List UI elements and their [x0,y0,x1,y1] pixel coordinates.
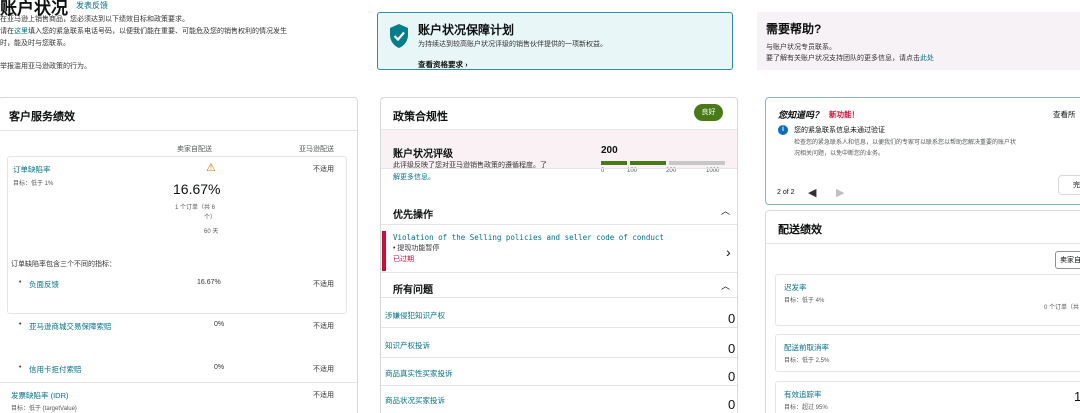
issue-1-count: 0 [728,341,736,356]
odr-link[interactable]: 订单缺陷率 [13,164,51,175]
issues-title: 所有问题 [393,285,433,296]
intro-line-2: 请在这里填入您的紧急联系电话号码，以便我们能在重要、可能危及您的销售权利的情况发… [0,28,287,35]
odr-intro: 订单缺陷率包含三个不同的指标： [11,261,116,268]
odr-sub-1: 1 个订单（共 6 [175,205,216,211]
issue-2-count: 0 [728,369,736,384]
chevron-up-icon[interactable]: ︿ [721,204,730,217]
odr-item-2-v2: 不适用 [313,366,334,373]
issue-3-link[interactable]: 商品状况买家投诉 [385,395,445,406]
cancel-rate-target: 目标：低于 2.5% [784,358,830,364]
warning-icon: ⚠ [206,162,216,174]
chevron-right-icon: › [465,60,468,69]
odr-box [7,156,347,314]
customer-service-title: 客户服务绩效 [9,111,75,123]
prev-arrow-icon[interactable]: ◀ [808,186,816,199]
late-ship-value: 0 个订单（共 [1044,305,1080,311]
late-ship-link[interactable]: 迟发率 [784,282,807,293]
help-line-1: 与账户状况专员联系。 [766,44,836,51]
violation-link[interactable]: Violation of the Selling policies and se… [393,233,664,242]
shipping-col-merchant[interactable]: 卖家自 [1055,251,1080,269]
emergency-contact-link[interactable]: 这里 [14,28,28,35]
odr-item-1-v1: 0% [214,321,225,328]
feedback-link[interactable]: 发表反馈 [76,0,108,11]
odr-item-2-link[interactable]: 信用卡拒付索赔 [29,364,82,375]
next-arrow-icon[interactable]: ▶ [836,186,844,199]
help-line-2: 要了解有关账户状况支持团队的更多信息，请点击此处 [766,55,934,62]
idr-target: 目标：低于 {targetValue} [11,406,77,412]
col-merchant: 卖家自配送 [177,146,212,153]
rating-bar-seg-3 [669,161,725,165]
late-ship-target: 目标：低于 4% [784,298,825,304]
policy-compliance-card: 政策合规性 良好 账户状况评级 此评级反映了您对亚马逊销售政策的遵循程度。了 解… [380,97,738,413]
valid-tracking-target: 目标：超过 95% [784,405,828,411]
odr-value: 16.67% [173,181,221,197]
policy-title: 政策合规性 [393,111,448,123]
status-badge: 良好 [694,104,723,121]
issue-0-link[interactable]: 涉嫌侵犯知识产权 [385,310,445,321]
odr-sub-3: 60 天 [204,229,219,235]
odr-item-1-v2: 不适用 [313,323,334,330]
shipping-title: 配送绩效 [778,224,822,236]
odr-item-0-v2: 不适用 [313,281,334,288]
violation-sub: • 提现功能暂停 [393,245,440,252]
odr-item-0-link[interactable]: 负面反馈 [29,279,59,290]
protection-title: 账户状况保障计划 [418,23,515,37]
intro-line-1: 在亚马逊上销售商品，您必须达到以下绩效目标和政策要求。 [0,16,189,23]
info-icon: i [778,125,788,135]
odr-target: 目标：低于 1% [13,181,54,187]
chevron-right-icon[interactable]: › [726,244,731,260]
overdue-label: 已过期 [393,256,414,263]
notice-done-button[interactable]: 完 [1058,175,1080,195]
protection-eligibility-link[interactable]: 查看资格要求 › [418,59,468,70]
issue-1-link[interactable]: 知识产权投诉 [385,340,430,351]
rating-bar-seg-2 [630,161,666,165]
issue-3-count: 0 [728,397,736,412]
protection-banner: 账户状况保障计划 为持续达到较高账户状况评级的销售伙伴提供的一项新权益。 查看资… [377,12,733,70]
issue-0-count: 0 [728,311,736,326]
notice-head: 您的紧急联系信息未通过验证 [794,127,885,134]
issue-2-link[interactable]: 商品真实性买家投诉 [385,368,453,379]
alert-stripe [382,231,386,271]
notice-body-1: 检查您的紧急联系人和信息，以便我们的专家可以联系您以帮助您解决重要的账户状 [794,140,1017,146]
shipping-performance-card: 配送绩效 卖家自 迟发率 目标：低于 4% 0 个订单（共 配送前取消率 目标：… [765,210,1080,413]
odr-item-0-v1: 16.67% [197,279,221,286]
rating-title: 账户状况评级 [393,149,453,160]
customer-service-card: 客户服务绩效 卖家自配送 亚马逊配送 订单缺陷率 目标：低于 1% ⚠ 16.6… [0,97,358,413]
intro-line-3: 时，能及时与您联系。 [0,40,70,47]
help-here-link[interactable]: 此处 [920,55,934,62]
notice-new-badge: 新功能！ [829,110,859,119]
help-title: 需要帮助? [766,22,822,36]
shield-check-icon [390,24,408,48]
report-abuse-link[interactable]: 举报滥用亚马逊政策的行为。 [0,61,91,71]
rating-score: 200 [601,145,618,156]
protection-desc: 为持续达到较高账户状况评级的销售伙伴提供的一项新权益。 [418,41,607,48]
notice-view-all-link[interactable]: 查看所 [1053,109,1076,120]
notice-card: 您知道吗？ 新功能！ 查看所 i 您的紧急联系信息未通过验证 检查您的紧急联系人… [765,97,1080,205]
chevron-up-icon[interactable]: ︿ [721,279,730,292]
priority-title: 优先操作 [393,210,433,221]
help-panel: 需要帮助? 与账户状况专员联系。 要了解有关账户状况支持团队的更多信息，请点击此… [757,12,1080,70]
idr-fba: 不适用 [313,392,334,399]
odr-fba: 不适用 [313,166,334,173]
idr-link[interactable]: 发票缺陷率 (IDR) [11,390,69,401]
notice-pager: 2 of 2 [777,189,795,196]
valid-tracking-value: 1 [1074,389,1080,404]
cancel-box [775,334,1080,372]
rating-learn-more-link[interactable]: 解更多信息。 [393,172,435,182]
odr-item-1-link[interactable]: 亚马逊商城交易保障索赔 [29,321,112,332]
valid-tracking-link[interactable]: 有效追踪率 [784,389,822,400]
odr-item-2-v1: 0% [214,364,225,371]
odr-sub-2: 个） [204,215,217,221]
notice-body-2: 况相关问题，以免中断您的业务。 [794,151,885,157]
rating-bar-seg-1 [601,161,627,165]
notice-title: 您知道吗？ [778,110,824,120]
intro-section: 账户状况 发表反馈 在亚马逊上销售商品，您必须达到以下绩效目标和政策要求。 请在… [0,0,370,72]
col-fba: 亚马逊配送 [299,146,334,153]
cancel-rate-link[interactable]: 配送前取消率 [784,342,829,353]
